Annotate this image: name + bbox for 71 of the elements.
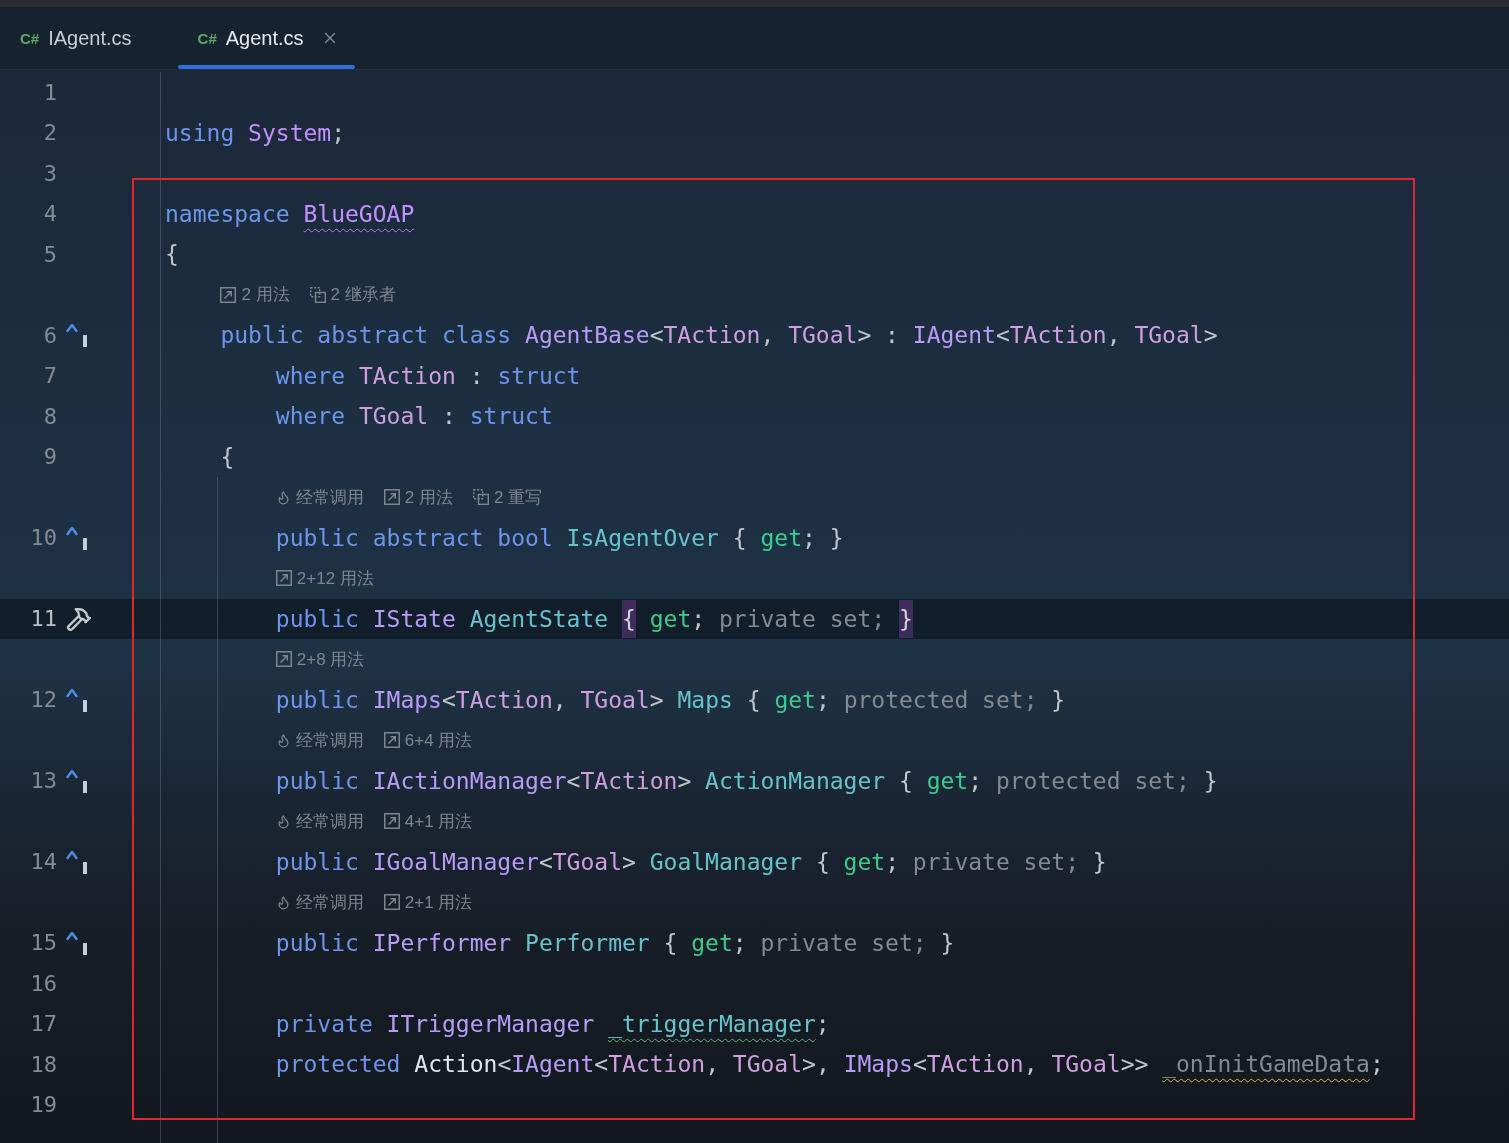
line-number: 16 xyxy=(29,970,57,996)
usages-icon xyxy=(275,651,292,668)
usages-link[interactable]: 2 用法 xyxy=(220,283,290,307)
editor-tab[interactable]: C# IAgent.cs xyxy=(0,7,178,69)
call-frequency-hint[interactable]: 经常调用 xyxy=(275,890,364,914)
flame-icon xyxy=(275,732,291,748)
file-type-label: C# xyxy=(197,29,217,47)
line-number: 18 xyxy=(29,1051,57,1077)
usages-link[interactable]: 2+12 用法 xyxy=(275,566,374,590)
usages-link[interactable]: 2+1 用法 xyxy=(383,890,473,914)
caret-up-icon[interactable] xyxy=(66,767,90,794)
usages-link[interactable]: 6+4 用法 xyxy=(383,728,473,752)
usages-icon xyxy=(383,489,400,506)
code-line: public IPerformer Performer { get; private set; } xyxy=(275,929,955,956)
line-number: 9 xyxy=(42,444,57,470)
hammer-icon[interactable] xyxy=(66,605,92,632)
caret-up-icon[interactable] xyxy=(66,686,90,713)
line-number: 8 xyxy=(42,403,57,429)
line-number: 15 xyxy=(29,930,57,956)
line-number: 11 xyxy=(29,606,57,632)
line-number: 10 xyxy=(29,525,57,551)
line-number: 6 xyxy=(42,322,57,348)
code-line: protected Action<IAgent<TAction, TGoal>, IMaps<TAction, TGoal>> _onInitGameData; xyxy=(275,1051,1384,1078)
code-line: using System; xyxy=(165,119,346,146)
line-number: 1 xyxy=(42,79,57,105)
usages-link[interactable]: 4+1 用法 xyxy=(383,809,473,833)
code-line: where TGoal : struct xyxy=(275,403,553,430)
line-number: 5 xyxy=(42,241,57,267)
usages-link[interactable]: 2+8 用法 xyxy=(275,647,365,671)
flame-icon xyxy=(275,813,291,829)
usages-icon xyxy=(220,286,237,303)
line-number: 7 xyxy=(42,363,57,389)
line-number: 17 xyxy=(29,1011,57,1037)
code-line: private ITriggerManager _triggerManager; xyxy=(275,1010,830,1037)
line-number: 14 xyxy=(29,849,57,875)
code-line: public IState AgentState { get; private set; } xyxy=(275,599,913,638)
line-number: 2 xyxy=(42,120,57,146)
caret-up-icon[interactable] xyxy=(66,524,90,551)
hierarchy-icon xyxy=(309,286,326,303)
code-line: { xyxy=(220,443,235,470)
code-line: namespace BlueGOAP xyxy=(165,200,415,227)
flame-icon xyxy=(275,489,291,505)
code-line: { xyxy=(165,241,179,268)
code-line: public abstract bool IsAgentOver { get; } xyxy=(275,524,844,551)
flame-icon xyxy=(275,894,291,910)
caret-up-icon[interactable] xyxy=(66,929,90,956)
hierarchy-link[interactable]: 2 重写 xyxy=(473,485,543,509)
line-number: 4 xyxy=(42,201,57,227)
file-type-label: C# xyxy=(20,29,40,47)
call-frequency-hint[interactable]: 经常调用 xyxy=(275,809,364,833)
call-frequency-hint[interactable]: 经常调用 xyxy=(275,728,364,752)
hierarchy-link[interactable]: 2 继承者 xyxy=(309,283,396,307)
code-line: public IMaps<TAction, TGoal> Maps { get; protected set; } xyxy=(275,686,1066,713)
code-line: public abstract class AgentBase<TAction, TGoal> : IAgent<TAction, TGoal> xyxy=(220,322,1218,349)
hierarchy-icon xyxy=(473,489,489,506)
usages-icon xyxy=(275,570,292,587)
usages-icon xyxy=(383,732,400,749)
usages-icon xyxy=(383,813,400,830)
line-number: 13 xyxy=(29,768,57,794)
code-line: where TAction : struct xyxy=(275,362,581,389)
code-line: public IActionManager<TAction> ActionManager { get; protected set; } xyxy=(275,767,1218,794)
usages-link[interactable]: 2 用法 xyxy=(383,485,453,509)
line-number: 3 xyxy=(42,160,57,186)
call-frequency-hint[interactable]: 经常调用 xyxy=(275,485,364,509)
editor-tab[interactable]: C# Agent.cs xyxy=(177,7,355,69)
line-number: 12 xyxy=(29,687,57,713)
code-line: public IGoalManager<TGoal> GoalManager { get; private set; } xyxy=(275,848,1107,875)
line-number: 19 xyxy=(29,1092,57,1118)
caret-up-icon[interactable] xyxy=(66,848,90,875)
caret-up-icon[interactable] xyxy=(66,322,90,349)
usages-icon xyxy=(383,894,400,911)
